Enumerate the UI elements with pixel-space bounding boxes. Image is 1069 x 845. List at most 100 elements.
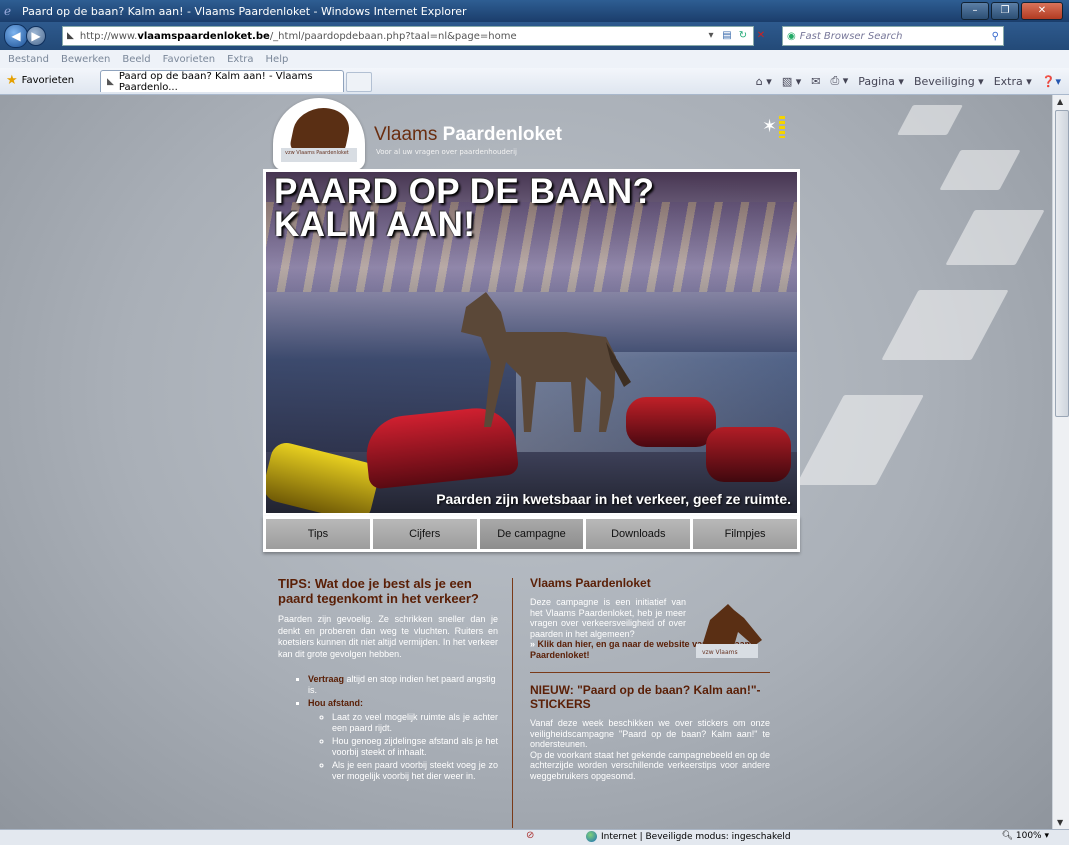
nav-filmpjes[interactable]: Filmpjes <box>693 519 797 549</box>
url-domain: vlaamspaardenloket.be <box>137 30 270 42</box>
road-marking <box>945 210 1045 265</box>
site-nav: Tips Cijfers De campagne Downloads Filmp… <box>263 516 800 552</box>
tab-favicon-icon: ◣ <box>107 76 114 87</box>
menu-bar: Bestand Bewerken Beeld Favorieten Extra … <box>0 50 1069 68</box>
tips-heading: TIPS: Wat doe je best als je een paard t… <box>278 576 479 606</box>
bumper-car <box>626 397 716 447</box>
url-prefix: http://www. <box>79 30 138 42</box>
menu-extra[interactable]: Extra <box>227 54 253 65</box>
logo-text: vzw Vlaams Paardenloket <box>285 150 349 156</box>
zoom-level: 100% <box>1015 831 1042 841</box>
address-input[interactable]: ◣ http://www. vlaamspaardenloket.be/_html… <box>62 26 765 46</box>
tips-sublist: Laat zo veel mogelijk ruimte als je acht… <box>308 712 498 782</box>
status-bar: ⊘ Internet | Beveiligde modus: ingeschak… <box>0 829 1069 845</box>
info-heading: Vlaams Paardenloket <box>530 576 651 590</box>
zone-text: Internet | Beveiligde modus: ingeschakel… <box>601 831 791 842</box>
search-placeholder: Fast Browser Search <box>799 30 903 42</box>
scroll-thumb[interactable] <box>1055 110 1069 417</box>
list-item: Als je een paard voorbij steekt voeg je … <box>332 760 498 782</box>
security-zone[interactable]: Internet | Beveiligde modus: ingeschakel… <box>586 831 791 842</box>
beveiliging-menu[interactable]: Beveiliging ▾ <box>914 75 984 88</box>
mini-logo-image[interactable]: vzw Vlaams <box>688 598 770 664</box>
menu-beeld[interactable]: Beeld <box>122 54 150 65</box>
news-paragraph-2: Op de voorkant staat het gekende campagn… <box>530 749 770 781</box>
mail-icon[interactable]: ✉ <box>811 75 820 88</box>
scroll-down-icon[interactable]: ▼ <box>1057 818 1063 827</box>
pagina-menu[interactable]: Pagina ▾ <box>858 75 904 88</box>
site-title-part2: Paardenloket <box>442 124 562 145</box>
new-tab-button[interactable] <box>346 72 372 92</box>
zoom-icon: 🔍︎ <box>1001 831 1013 841</box>
star-icon: ★ <box>6 73 18 88</box>
compat-view-icon[interactable]: ▤ <box>719 27 735 45</box>
tab-active[interactable]: ◣ Paard op de baan? Kalm aan! - Vlaams P… <box>100 70 344 93</box>
dropdown-arrow-icon[interactable]: ▾ <box>703 27 719 45</box>
command-bar: ⌂ ▾ ▧ ▾ ✉ ⎙ ▾ Pagina ▾ Beveiliging ▾ Ext… <box>756 74 1061 88</box>
ie-logo-icon: ℯ <box>4 4 12 18</box>
hero-subtitle: Paarden zijn kwetsbaar in het verkeer, g… <box>436 491 791 507</box>
info-intro: Deze campagne is een initiatief van het … <box>530 597 686 639</box>
tab-title: Paard op de baan? Kalm aan! - Vlaams Paa… <box>118 70 313 93</box>
window-titlebar: ℯ Paard op de baan? Kalm aan! - Vlaams P… <box>0 0 1069 22</box>
url-path: /_html/paardopdebaan.php?taal=nl&page=ho… <box>269 30 517 42</box>
menu-help[interactable]: Help <box>266 54 289 65</box>
search-provider-icon: ◉ <box>787 30 796 42</box>
menu-bestand[interactable]: Bestand <box>8 54 49 65</box>
mini-logo-text: vzw Vlaams <box>702 649 738 656</box>
tip-bold: Hou afstand: <box>308 698 363 708</box>
menu-favorieten[interactable]: Favorieten <box>163 54 215 65</box>
window-controls: – ❐ ✕ <box>961 2 1063 20</box>
page-favicon-icon: ◣ <box>67 31 74 41</box>
minimize-button[interactable]: – <box>961 2 989 20</box>
horse-image <box>461 292 631 432</box>
favorites-button[interactable]: ★ Favorieten <box>6 73 74 88</box>
arrow-icon: » <box>530 639 538 649</box>
zoom-control[interactable]: 🔍︎ 100% ▾ <box>1002 831 1049 841</box>
window-title: Paard op de baan? Kalm aan! - Vlaams Paa… <box>22 4 467 18</box>
flemish-lion-icon: ✶ <box>762 116 786 138</box>
favorites-label: Favorieten <box>21 75 75 86</box>
nav-downloads[interactable]: Downloads <box>586 519 691 549</box>
tips-list: Vertraag altijd en stop indien het paard… <box>278 674 498 782</box>
info-section: Vlaams Paardenloket Deze campagne is een… <box>530 576 770 781</box>
forward-button[interactable]: ▶ <box>26 26 46 46</box>
list-item: Vertraag altijd en stop indien het paard… <box>308 674 498 696</box>
extra-menu[interactable]: Extra ▾ <box>994 75 1032 88</box>
nav-cijfers[interactable]: Cijfers <box>372 519 477 549</box>
road-marking <box>796 395 924 485</box>
back-button[interactable]: ◀ <box>4 24 28 48</box>
tip-bold: Vertraag <box>308 674 345 684</box>
road-marking <box>881 290 1009 360</box>
print-icon[interactable]: ⎙ ▾ <box>830 74 848 88</box>
news-heading: NIEUW: "Paard op de baan? Kalm aan!"- ST… <box>530 683 761 711</box>
list-item: Hou genoeg zijdelingse afstand als je he… <box>332 736 498 758</box>
maximize-button[interactable]: ❐ <box>991 2 1019 20</box>
stop-icon[interactable]: ✕ <box>753 27 769 45</box>
nav-tips[interactable]: Tips <box>266 519 370 549</box>
list-item: Laat zo veel mogelijk ruimte als je acht… <box>332 712 498 734</box>
address-toolbar: ◀ ▶ ◣ http://www. vlaamspaardenloket.be/_… <box>0 22 1069 50</box>
road-marking <box>897 105 963 135</box>
road-marking <box>939 150 1021 190</box>
globe-icon <box>586 831 597 842</box>
section-divider <box>530 672 770 673</box>
feeds-icon[interactable]: ▧ ▾ <box>782 75 801 88</box>
home-icon[interactable]: ⌂ ▾ <box>756 75 772 88</box>
tab-bar: ★ Favorieten ◣ Paard op de baan? Kalm aa… <box>0 68 1069 95</box>
privacy-icon[interactable]: ⊘ <box>526 830 534 841</box>
tips-section: TIPS: Wat doe je best als je een paard t… <box>278 576 498 784</box>
refresh-icon[interactable]: ↻ <box>735 27 751 45</box>
search-input[interactable]: ◉ Fast Browser Search ⚲ <box>782 26 1004 46</box>
search-icon[interactable]: ⚲ <box>992 31 999 42</box>
scroll-up-icon[interactable]: ▲ <box>1057 97 1063 106</box>
nav-de-campagne[interactable]: De campagne <box>479 519 584 549</box>
bumper-car <box>706 427 791 482</box>
help-icon[interactable]: ❓▾ <box>1042 75 1061 88</box>
menu-bewerken[interactable]: Bewerken <box>61 54 110 65</box>
hero-banner: PAARD OP DE BAAN? KALM AAN! Paarden zijn… <box>263 169 800 516</box>
vertical-scrollbar[interactable]: ▲ ▼ <box>1052 95 1069 829</box>
list-item: Hou afstand: Laat zo veel mogelijk ruimt… <box>308 698 498 782</box>
close-button[interactable]: ✕ <box>1021 2 1063 20</box>
site-tagline: Voor al uw vragen over paardenhouderij <box>376 148 517 156</box>
site-title-part1: Vlaams <box>374 124 443 145</box>
